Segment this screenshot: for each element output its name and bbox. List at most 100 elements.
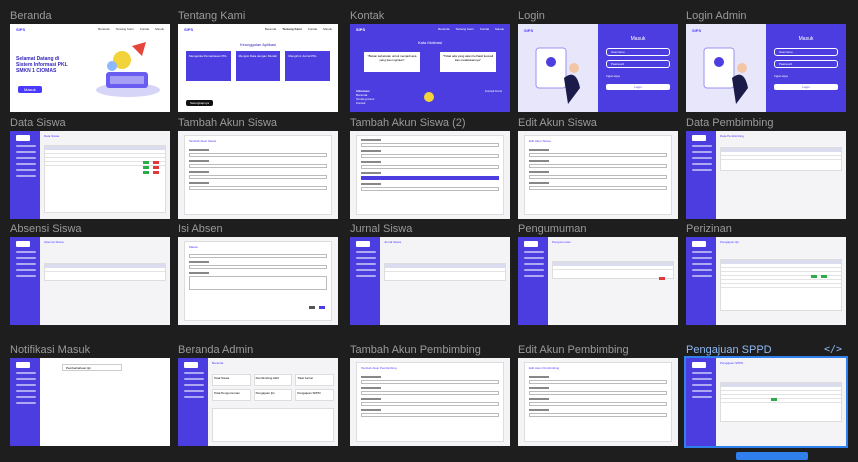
hero-line: SMKN 1 CIOMAS [16,68,57,74]
remember-checkbox[interactable]: Ingat saya [606,74,670,78]
edit-akun-pembimbing-thumbnail: Edit Akun Pembimbing [518,358,678,446]
nav-item[interactable]: Kontak [308,27,317,31]
page-title: Pengumuman [552,240,571,244]
stat-card: Pengajuan SPPD [295,389,334,401]
frame-label: Data Siswa [10,117,66,129]
quote-card: "Tidak ada yang akan berhasil kecuali ka… [440,52,496,72]
content-area: Pemberitahuan Ijin [40,358,170,446]
form-title: Tambah Akun Pembimbing [361,366,397,370]
hero-text: Selamat Datang di Sistem Informasi PKL S… [16,56,68,74]
frame-label: Kontak [350,10,385,22]
form-title: Masuk [189,245,198,249]
remember-checkbox[interactable]: Ingat saya [774,74,838,78]
feature-cards: Mengelola Pemantauan PKL Mengisi Data de… [178,47,338,85]
sidebar [178,358,208,446]
frame-data-siswa[interactable]: Data Siswa Data Siswa [10,117,170,219]
quote-card: "Bukan kebetulan untuk menjadi apa yang … [364,52,420,72]
nav-item[interactable]: Masuk [323,27,332,31]
username-field[interactable]: Username [606,48,670,56]
stat-card: Pembimbing Aktif [253,374,293,386]
logo: SIPS [356,26,366,32]
sidebar [10,131,40,219]
stat-card: Total Jurnal [295,374,334,386]
logo: SIPS [16,26,26,32]
frame-tambah-akun-siswa[interactable]: Tambah Akun Siswa Tambah Akun Siswa [178,117,338,219]
content-area: Jurnal Siswa [380,237,510,325]
isi-absen-thumbnail: Masuk [178,237,338,325]
table-card [720,259,842,311]
table-card [552,261,674,280]
page-title: Absensi Siswa [44,240,64,244]
perizinan-thumbnail: Pengajuan Ijin [686,237,846,325]
frame-pengumuman[interactable]: Pengumuman Pengumuman [518,223,678,325]
content-area: Pengumuman [548,237,678,325]
frame-notifikasi-masuk[interactable]: Notifikasi Masuk Pemberitahuan Ijin [10,344,170,446]
nav-item[interactable]: Masuk [495,27,504,31]
frame-perizinan[interactable]: Perizinan Pengajuan Ijin [686,223,846,325]
more-button[interactable]: Selengkapnya [186,100,214,106]
tambah-akun-siswa-2-thumbnail [350,131,510,219]
nav-item[interactable]: Beranda [265,27,276,31]
frame-edit-akun-pembimbing[interactable]: Edit Akun Pembimbing Edit Akun Pembimbin… [518,344,678,446]
username-field[interactable]: Username [774,48,838,56]
frame-data-pembimbing[interactable]: Data Pembimbing Data Pembimbing [686,117,846,219]
password-field[interactable]: Password [774,60,838,68]
nav-item[interactable]: Tentang Kami [282,27,302,31]
feature-card: Mengelola Pemantauan PKL [186,51,231,81]
form-title: Edit Akun Pembimbing [529,366,560,370]
stat-card: Total Pengumuman [212,389,251,401]
form-card: Tambah Akun Siswa [184,135,332,215]
frame-label: Login [518,10,545,22]
frame-tentang-kami[interactable]: Tentang Kami SIPS Beranda Tentang Kami K… [178,10,338,112]
frame-login-admin[interactable]: Login Admin SIPS Masuk Username Password… [686,10,846,112]
content-area: Data Pembimbing [716,131,846,219]
sidebar [350,237,380,325]
login-button[interactable]: Login [606,84,670,90]
nav-item[interactable]: Beranda [98,27,109,31]
login-title: Masuk [630,36,646,42]
tentang-thumbnail: SIPS Beranda Tentang Kami Kontak Masuk K… [178,24,338,112]
nav-item[interactable]: Tentang Kami [455,27,473,31]
frame-pengajuan-sppd[interactable]: Pengajuan SPPD </> Pengajuan SPPD [684,344,848,460]
frame-beranda[interactable]: Beranda SIPS Beranda Tentang Kami Kontak… [10,10,170,112]
frame-label: Login Admin [686,10,747,22]
frame-tambah-akun-pembimbing[interactable]: Tambah Akun Pembimbing Tambah Akun Pembi… [350,344,510,446]
nav-item[interactable]: Masuk [155,27,164,31]
frame-absensi-siswa[interactable]: Absensi Siswa Absensi Siswa [10,223,170,325]
frame-label: Tambah Akun Siswa [178,117,278,129]
hero-cta-button[interactable]: Masuk [18,86,42,93]
frame-edit-akun-siswa[interactable]: Edit Akun Siswa Edit Akun Siswa [518,117,678,219]
login-button[interactable]: Login [774,84,838,90]
frame-label: Tentang Kami [178,10,246,22]
beranda-admin-thumbnail: Beranda Total Siswa Pembimbing Aktif Tot… [178,358,338,446]
top-nav: SIPS Beranda Tentang Kami Kontak Masuk [178,24,338,34]
frame-login[interactable]: Login SIPS Masuk Username Password Ingat… [518,10,678,112]
frame-label: Edit Akun Siswa [518,117,597,129]
pengumuman-thumbnail: Pengumuman [518,237,678,325]
frame-kontak[interactable]: Kontak SIPS Beranda Tentang Kami Kontak … [350,10,510,112]
sidebar [518,237,548,325]
stat-card: Total Siswa [212,374,251,386]
frame-tambah-akun-siswa-2[interactable]: Tambah Akun Siswa (2) [350,117,510,219]
page-title: Pengajuan SPPD [720,361,744,365]
page-title: Beranda [212,361,224,365]
sidebar [686,358,716,446]
notification-toast[interactable]: Pemberitahuan Ijin [62,364,122,371]
data-pembimbing-thumbnail: Data Pembimbing [686,131,846,219]
form-title: Tambah Akun Siswa [189,139,217,143]
nav-item[interactable]: Tentang Kami [115,27,133,31]
form-card [356,135,504,215]
nav-item[interactable]: Beranda [438,27,449,31]
frame-jurnal-siswa[interactable]: Jurnal Siswa Jurnal Siswa [350,223,510,325]
code-icon[interactable]: </> [824,344,842,355]
nav-item[interactable]: Kontak [480,27,489,31]
frame-beranda-admin[interactable]: Beranda Admin Beranda Total Siswa Pembim… [178,344,338,446]
content-area: Absensi Siswa [40,237,170,325]
form-card: Masuk [184,241,332,321]
content-area: Beranda Total Siswa Pembimbing Aktif Tot… [208,358,338,446]
nav-item[interactable]: Kontak [140,27,149,31]
frame-isi-absen[interactable]: Isi Absen Masuk [178,223,338,325]
password-field[interactable]: Password [606,60,670,68]
tambah-akun-pembimbing-thumbnail: Tambah Akun Pembimbing [350,358,510,446]
school-logo-icon [424,92,434,102]
